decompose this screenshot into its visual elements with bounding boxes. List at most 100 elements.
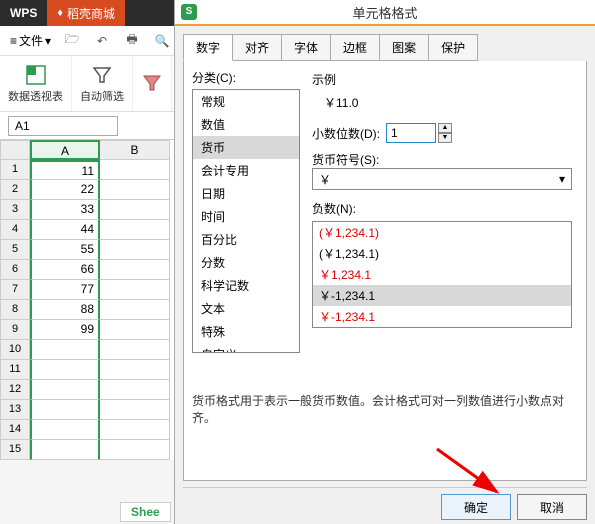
cell[interactable]: 88	[30, 300, 100, 320]
select-all-corner[interactable]	[0, 140, 30, 160]
negative-item[interactable]: (￥1,234.1)	[313, 222, 571, 243]
tab-2[interactable]: 字体	[281, 34, 331, 61]
category-item[interactable]: 常规	[193, 90, 299, 113]
right-area: 示例 ￥11.0 小数位数(D): ▲ ▼ 货币符号(S): ￥ ▾ 负数(N)…	[312, 71, 578, 328]
file-menu-label: 文件	[19, 32, 43, 49]
cell[interactable]	[100, 180, 170, 200]
spinner-down[interactable]: ▼	[438, 133, 452, 143]
undo-icon[interactable]: ↶	[93, 32, 111, 50]
negative-item[interactable]: ￥-1,234.1	[313, 306, 571, 327]
autofilter-button[interactable]: 自动筛选	[72, 56, 133, 111]
tab-1[interactable]: 对齐	[232, 34, 282, 61]
cell[interactable]: 44	[30, 220, 100, 240]
row-header[interactable]: 8	[0, 300, 30, 320]
dialog-buttons: 确定 取消	[441, 494, 587, 520]
cell[interactable]	[100, 400, 170, 420]
negative-item[interactable]: ￥-1,234.1	[313, 285, 571, 306]
category-item[interactable]: 货币	[193, 136, 299, 159]
docer-button[interactable]: ♦稻壳商城	[47, 0, 125, 26]
row-header[interactable]: 5	[0, 240, 30, 260]
cell[interactable]	[100, 320, 170, 340]
category-item[interactable]: 百分比	[193, 228, 299, 251]
more-icon	[141, 72, 163, 94]
symbol-value: ￥	[319, 171, 331, 188]
category-item[interactable]: 时间	[193, 205, 299, 228]
cell[interactable]: 99	[30, 320, 100, 340]
fire-icon: ♦	[57, 7, 63, 19]
pivot-button[interactable]: 数据透视表	[0, 56, 72, 111]
cell[interactable]	[100, 240, 170, 260]
category-list[interactable]: 常规数值货币会计专用日期时间百分比分数科学记数文本特殊自定义	[192, 89, 300, 353]
ok-button[interactable]: 确定	[441, 494, 511, 520]
category-item[interactable]: 科学记数	[193, 274, 299, 297]
col-header-a[interactable]: A	[30, 140, 100, 160]
cell[interactable]	[30, 340, 100, 360]
dialog-tabs: 数字对齐字体边框图案保护	[183, 34, 587, 61]
row-header[interactable]: 3	[0, 200, 30, 220]
cell[interactable]	[100, 200, 170, 220]
name-box[interactable]	[8, 116, 118, 136]
row-header[interactable]: 1	[0, 160, 30, 180]
decimals-spinner[interactable]: ▲ ▼	[386, 123, 452, 143]
cancel-button[interactable]: 取消	[517, 494, 587, 520]
tab-3[interactable]: 边框	[330, 34, 380, 61]
file-menu[interactable]: ≡ 文件 ▾	[10, 32, 51, 49]
cell[interactable]	[100, 160, 170, 180]
negative-item[interactable]: ￥1,234.1	[313, 264, 571, 285]
print-icon[interactable]: 🖶	[123, 32, 141, 50]
row-header[interactable]: 4	[0, 220, 30, 240]
dialog-title: 单元格格式	[352, 3, 417, 22]
row-header[interactable]: 9	[0, 320, 30, 340]
cell[interactable]: 77	[30, 280, 100, 300]
row-header[interactable]: 6	[0, 260, 30, 280]
cell[interactable]	[100, 300, 170, 320]
category-item[interactable]: 自定义	[193, 343, 299, 353]
category-item[interactable]: 分数	[193, 251, 299, 274]
cell[interactable]	[100, 440, 170, 460]
tab-0[interactable]: 数字	[183, 34, 233, 61]
open-icon[interactable]: 🗁	[63, 32, 81, 50]
row-header[interactable]: 10	[0, 340, 30, 360]
row-header[interactable]: 7	[0, 280, 30, 300]
cell[interactable]: 11	[30, 160, 100, 180]
cell[interactable]: 22	[30, 180, 100, 200]
row-header[interactable]: 11	[0, 360, 30, 380]
cell[interactable]: 66	[30, 260, 100, 280]
cell[interactable]: 33	[30, 200, 100, 220]
cell[interactable]	[30, 360, 100, 380]
cell[interactable]	[100, 380, 170, 400]
tab-5[interactable]: 保护	[428, 34, 478, 61]
cell[interactable]	[100, 360, 170, 380]
more-button[interactable]	[133, 56, 172, 111]
cell[interactable]	[30, 380, 100, 400]
row-header[interactable]: 15	[0, 440, 30, 460]
row-header[interactable]: 13	[0, 400, 30, 420]
cell[interactable]	[100, 260, 170, 280]
cell[interactable]	[100, 280, 170, 300]
decimals-input[interactable]	[386, 123, 436, 143]
negative-label: 负数(N):	[312, 200, 578, 217]
row-header[interactable]: 2	[0, 180, 30, 200]
currency-symbol-select[interactable]: ￥ ▾	[312, 168, 572, 190]
negative-item[interactable]: (￥1,234.1)	[313, 243, 571, 264]
cell[interactable]: 55	[30, 240, 100, 260]
tab-4[interactable]: 图案	[379, 34, 429, 61]
spinner-up[interactable]: ▲	[438, 123, 452, 133]
category-item[interactable]: 特殊	[193, 320, 299, 343]
category-item[interactable]: 文本	[193, 297, 299, 320]
cell[interactable]	[30, 420, 100, 440]
preview-icon[interactable]: 🔍	[153, 32, 171, 50]
cell[interactable]	[100, 340, 170, 360]
category-item[interactable]: 日期	[193, 182, 299, 205]
col-header-b[interactable]: B	[100, 140, 170, 160]
row-header[interactable]: 12	[0, 380, 30, 400]
sheet-tab[interactable]: Shee	[120, 502, 171, 522]
category-item[interactable]: 会计专用	[193, 159, 299, 182]
cell[interactable]	[30, 400, 100, 420]
cell[interactable]	[100, 420, 170, 440]
category-item[interactable]: 数值	[193, 113, 299, 136]
row-header[interactable]: 14	[0, 420, 30, 440]
negative-list[interactable]: (￥1,234.1)(￥1,234.1)￥1,234.1￥-1,234.1￥-1…	[312, 221, 572, 328]
cell[interactable]	[30, 440, 100, 460]
cell[interactable]	[100, 220, 170, 240]
